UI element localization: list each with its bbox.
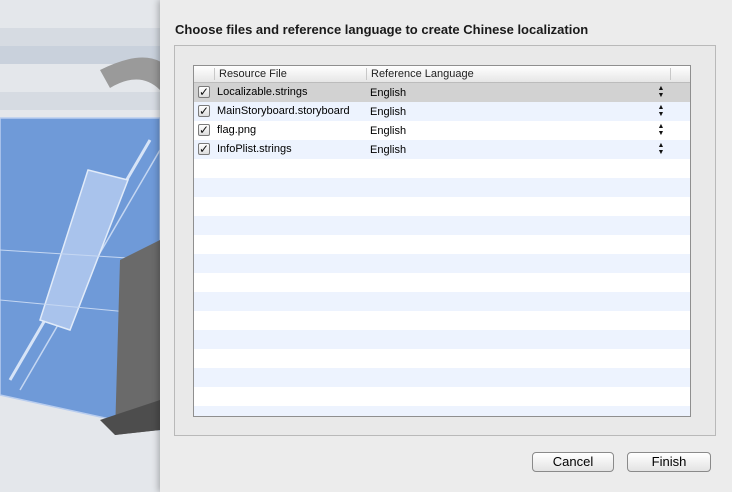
resource-file-name: InfoPlist.strings xyxy=(217,143,292,155)
reference-language-popup[interactable]: English xyxy=(370,125,406,137)
files-group-box: Resource File Reference Language ✓ Local… xyxy=(174,45,716,436)
up-down-arrows-icon[interactable]: ▲ ▼ xyxy=(657,142,665,156)
localization-sheet: Choose files and reference language to c… xyxy=(160,0,732,492)
checkmark-icon[interactable]: ✓ xyxy=(198,124,210,136)
reference-language-popup[interactable]: English xyxy=(370,144,406,156)
checkmark-icon[interactable]: ✓ xyxy=(198,105,210,117)
sheet-title: Choose files and reference language to c… xyxy=(175,22,589,37)
finish-button[interactable]: Finish xyxy=(627,452,711,472)
cancel-button[interactable]: Cancel xyxy=(532,452,614,472)
table-row[interactable]: ✓ InfoPlist.strings English ▲ ▼ xyxy=(194,140,690,159)
up-down-arrows-icon[interactable]: ▲ ▼ xyxy=(657,123,665,137)
table-row[interactable]: ✓ MainStoryboard.storyboard English ▲ ▼ xyxy=(194,102,690,121)
resource-file-name: MainStoryboard.storyboard xyxy=(217,105,350,117)
table-row[interactable]: ✓ flag.png English ▲ ▼ xyxy=(194,121,690,140)
table-row[interactable]: ✓ Localizable.strings English ▲ ▼ xyxy=(194,83,690,102)
column-header-resource-file[interactable]: Resource File xyxy=(219,68,287,80)
column-separator xyxy=(366,68,367,80)
checkmark-icon[interactable]: ✓ xyxy=(198,143,210,155)
reference-language-popup[interactable]: English xyxy=(370,106,406,118)
resource-file-name: flag.png xyxy=(217,124,257,136)
column-separator xyxy=(214,68,215,80)
resource-file-name: Localizable.strings xyxy=(217,86,308,98)
resource-files-table[interactable]: Resource File Reference Language ✓ Local… xyxy=(193,65,691,417)
up-down-arrows-icon[interactable]: ▲ ▼ xyxy=(657,104,665,118)
reference-language-popup[interactable]: English xyxy=(370,87,406,99)
xcode-blueprint-hammer-icon xyxy=(0,57,160,435)
background-project-navigator xyxy=(0,0,160,492)
table-header: Resource File Reference Language xyxy=(194,66,690,83)
column-separator xyxy=(670,68,671,80)
checkmark-icon[interactable]: ✓ xyxy=(198,86,210,98)
up-down-arrows-icon[interactable]: ▲ ▼ xyxy=(657,85,665,99)
column-header-reference-language[interactable]: Reference Language xyxy=(371,68,474,80)
